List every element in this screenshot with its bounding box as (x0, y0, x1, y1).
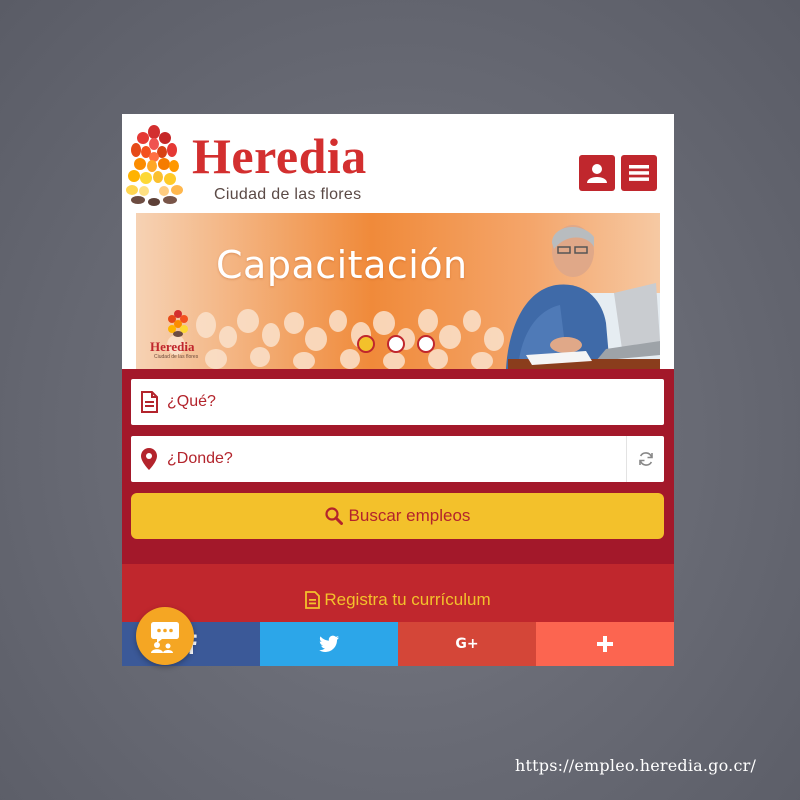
plus-icon (597, 636, 613, 652)
banner-slider[interactable]: Capacitación Heredia Ciudad de las flore… (136, 213, 660, 369)
slider-dot-2[interactable] (387, 335, 405, 353)
google-plus-icon: G+ (455, 636, 479, 652)
chat-support-button[interactable] (136, 607, 194, 665)
what-placeholder: ¿Qué? (167, 393, 216, 410)
user-account-button[interactable] (579, 155, 615, 191)
banner-mini-brand: Heredia (150, 339, 195, 354)
twitter-icon (319, 635, 339, 652)
brand-subtitle: Ciudad de las flores (214, 186, 362, 203)
heredia-logo-icon[interactable] (124, 124, 186, 206)
job-search-form: ¿Qué? ¿Donde? Buscar empleos (122, 369, 674, 564)
map-marker-icon (131, 436, 167, 482)
share-twitter-button[interactable] (260, 622, 398, 666)
page-url: https://empleo.heredia.go.cr/ (515, 756, 757, 775)
banner-mini-brand-sub: Ciudad de las flores (154, 354, 199, 360)
document-icon (131, 379, 167, 425)
resume-document-icon (305, 591, 321, 609)
what-input[interactable]: ¿Qué? (131, 379, 664, 425)
search-jobs-button[interactable]: Buscar empleos (131, 493, 664, 539)
brand-title: Heredia (192, 128, 367, 184)
slider-dot-3[interactable] (417, 335, 435, 353)
register-cv-label: Registra tu currículum (324, 590, 491, 609)
share-more-button[interactable] (536, 622, 674, 666)
register-cv-link[interactable]: Registra tu currículum (122, 564, 674, 622)
search-icon (324, 507, 343, 525)
hamburger-menu-icon (629, 165, 649, 181)
chat-support-icon (151, 622, 179, 653)
search-button-label: Buscar empleos (348, 506, 471, 525)
slider-dot-1[interactable] (357, 335, 375, 353)
banner-mini-logo-icon (166, 309, 190, 342)
mobile-page: Heredia Ciudad de las flores Capacitació… (122, 114, 674, 666)
geolocate-button[interactable] (626, 436, 664, 482)
where-input[interactable]: ¿Donde? (131, 436, 664, 482)
share-bar: G+ (122, 622, 674, 666)
where-placeholder: ¿Donde? (167, 450, 233, 467)
banner-title: Capacitación (216, 243, 468, 287)
refresh-icon (638, 452, 653, 466)
site-header: Heredia Ciudad de las flores (122, 114, 674, 214)
menu-button[interactable] (621, 155, 657, 191)
user-icon (587, 164, 607, 183)
share-google-plus-button[interactable]: G+ (398, 622, 536, 666)
